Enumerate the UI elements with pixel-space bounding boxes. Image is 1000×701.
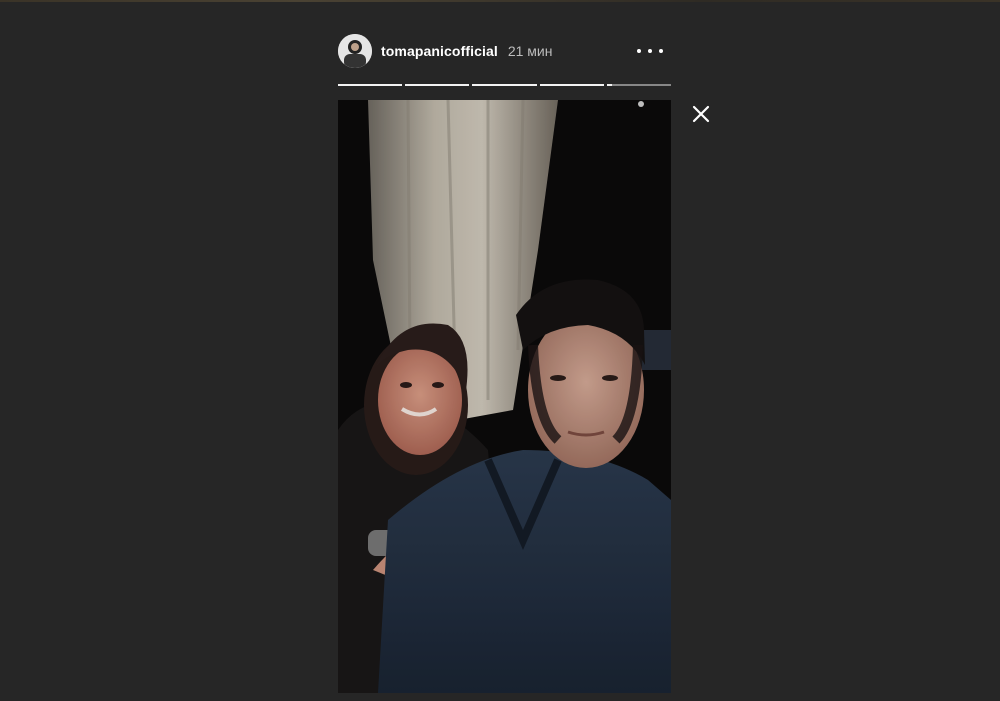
avatar-icon (338, 34, 372, 68)
avatar[interactable] (338, 34, 372, 68)
more-options-button[interactable] (637, 41, 663, 61)
progress-fill (472, 84, 537, 86)
progress-segment (539, 84, 604, 86)
story-header: tomapanicofficial 21 мин (338, 33, 671, 69)
progress-segment (472, 84, 537, 86)
story-media[interactable] (338, 100, 671, 693)
progress-fill (338, 84, 403, 86)
progress-segment (606, 84, 672, 86)
more-options-icon (637, 49, 641, 53)
progress-fill (539, 84, 604, 86)
close-button[interactable] (689, 102, 713, 126)
story-progress-bar (338, 84, 672, 87)
progress-fill (405, 84, 470, 86)
more-options-icon (648, 49, 652, 53)
progress-segment (338, 84, 403, 86)
close-icon (692, 105, 710, 123)
story-viewer-page: tomapanicofficial 21 мин (0, 0, 1000, 701)
progress-fill (606, 84, 612, 86)
story-time: 21 мин (507, 43, 553, 59)
story-photo (338, 100, 671, 693)
more-options-icon (659, 49, 663, 53)
browser-edge (0, 0, 1000, 2)
username-link[interactable]: tomapanicofficial (381, 43, 498, 59)
progress-segment (405, 84, 470, 86)
